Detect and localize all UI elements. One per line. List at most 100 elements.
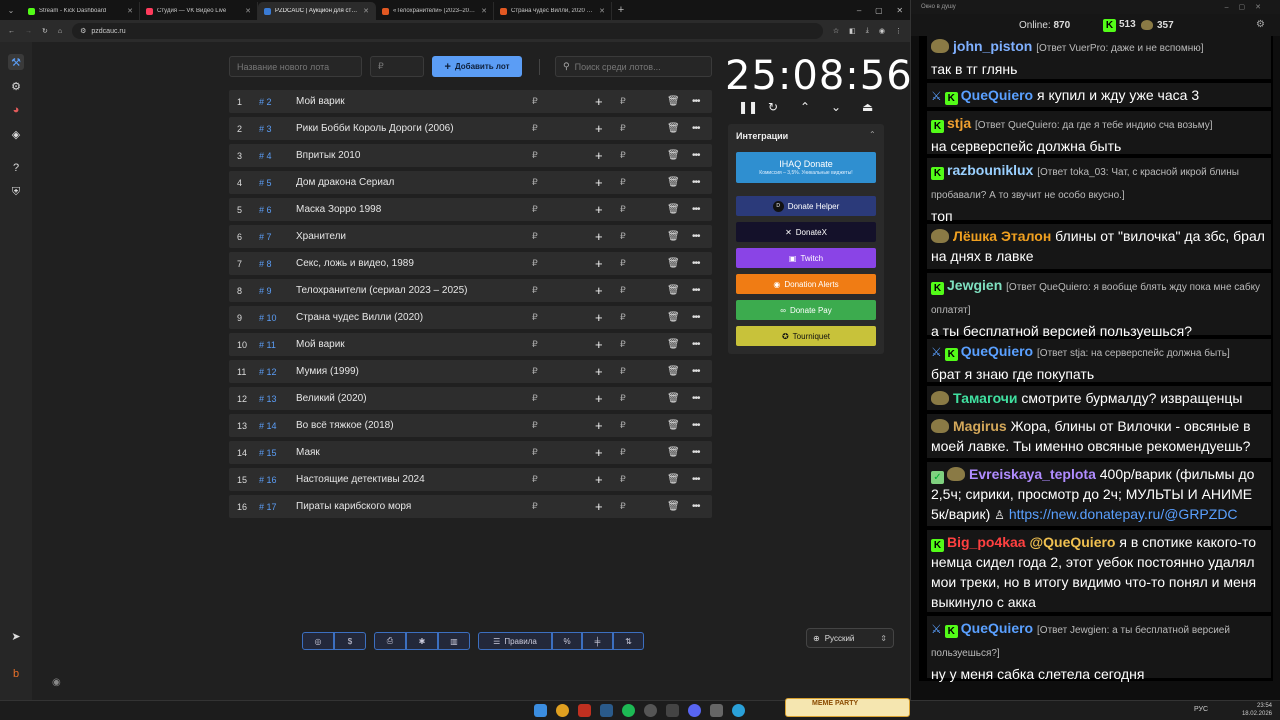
lot-name[interactable]: Рики Бобби Король Дороги (2006): [296, 123, 454, 134]
eject-icon[interactable]: ⏏: [862, 100, 873, 114]
close-icon[interactable]: ✕: [245, 7, 251, 15]
tab-menu-icon[interactable]: ⌄: [0, 6, 22, 15]
app-icon[interactable]: [666, 704, 679, 717]
bid-amount-input[interactable]: ₽: [620, 204, 626, 215]
lot-id[interactable]: # 7: [259, 232, 272, 242]
layers-icon[interactable]: ◈: [8, 126, 24, 142]
percent-button[interactable]: %: [552, 632, 582, 650]
donate-helper-button[interactable]: D Donate Helper: [736, 196, 876, 216]
more-icon[interactable]: •••: [692, 474, 700, 485]
lot-id[interactable]: # 3: [259, 124, 272, 134]
lot-name[interactable]: Телохранители (сериал 2023 – 2025): [296, 285, 467, 296]
lot-amount[interactable]: ₽: [532, 285, 538, 296]
back-icon[interactable]: ←: [8, 28, 15, 35]
more-icon[interactable]: •••: [692, 447, 700, 458]
add-bid-icon[interactable]: +: [595, 337, 603, 352]
chevron-up-icon[interactable]: ⌃: [800, 100, 810, 114]
reset-icon[interactable]: ↻: [768, 100, 778, 114]
add-bid-icon[interactable]: +: [595, 229, 603, 244]
lot-amount[interactable]: ₽: [532, 474, 538, 485]
lot-id[interactable]: # 2: [259, 97, 272, 107]
lot-name[interactable]: Секс, ложь и видео, 1989: [296, 258, 414, 269]
bookmark-star-icon[interactable]: ☆: [833, 27, 839, 35]
bid-amount-input[interactable]: ₽: [620, 123, 626, 134]
more-icon[interactable]: •••: [692, 204, 700, 215]
more-icon[interactable]: •••: [692, 96, 700, 107]
lot-id[interactable]: # 16: [259, 475, 277, 485]
bid-amount-input[interactable]: ₽: [620, 447, 626, 458]
browser-tab[interactable]: Stream - Kick Dashboard ✕: [22, 2, 140, 20]
split-icon[interactable]: ╪: [582, 632, 613, 650]
lot-id[interactable]: # 10: [259, 313, 277, 323]
more-icon[interactable]: •••: [692, 150, 700, 161]
tourniquet-button[interactable]: ✪ Tourniquet: [736, 326, 876, 346]
trash-icon[interactable]: 🗑: [667, 339, 680, 350]
lot-name[interactable]: Маяк: [296, 447, 320, 458]
collapse-icon[interactable]: ⌃: [869, 130, 876, 139]
bid-amount-input[interactable]: ₽: [620, 420, 626, 431]
reload-icon[interactable]: ↻: [42, 27, 48, 35]
chevron-down-icon[interactable]: ⌄: [831, 100, 841, 114]
add-bid-icon[interactable]: +: [595, 283, 603, 298]
bid-amount-input[interactable]: ₽: [620, 366, 626, 377]
add-bid-icon[interactable]: +: [595, 364, 603, 379]
lot-amount[interactable]: ₽: [532, 420, 538, 431]
lot-name[interactable]: Маска Зорро 1998: [296, 204, 381, 215]
bid-amount-input[interactable]: ₽: [620, 285, 626, 296]
lot-id[interactable]: # 17: [259, 502, 277, 512]
bid-amount-input[interactable]: ₽: [620, 312, 626, 323]
lot-name[interactable]: Пираты карибского моря: [296, 501, 411, 512]
lot-name[interactable]: Великий (2020): [296, 393, 367, 404]
lot-id[interactable]: # 12: [259, 367, 277, 377]
lot-name[interactable]: Мой варик: [296, 339, 345, 350]
lot-amount[interactable]: ₽: [532, 123, 538, 134]
more-icon[interactable]: •••: [692, 258, 700, 269]
add-bid-icon[interactable]: +: [595, 391, 603, 406]
more-icon[interactable]: •••: [692, 420, 700, 431]
browser-tab[interactable]: Студия — VK Видео Live ✕: [140, 2, 258, 20]
more-icon[interactable]: •••: [692, 285, 700, 296]
lot-amount[interactable]: ₽: [532, 366, 538, 377]
lot-name[interactable]: Мой варик: [296, 96, 345, 107]
trash-icon[interactable]: 🗑: [667, 366, 680, 377]
menu-icon[interactable]: ⋮: [895, 27, 902, 35]
lot-id[interactable]: # 9: [259, 286, 272, 296]
minimize-icon[interactable]: –: [857, 6, 861, 15]
settings-icon[interactable]: ⚙: [8, 78, 24, 94]
browser-tab[interactable]: Страна чудес Вилли, 2020 — о... ✕: [494, 2, 612, 20]
lot-amount[interactable]: ₽: [532, 258, 538, 269]
pause-icon[interactable]: ❚❚: [738, 100, 758, 114]
extension-icon[interactable]: ◧: [849, 27, 856, 35]
ihaq-donate-button[interactable]: IHAQ Donate Комиссия – 3,5%. Уникальные …: [736, 152, 876, 183]
lot-id[interactable]: # 4: [259, 151, 272, 161]
lot-id[interactable]: # 8: [259, 259, 272, 269]
auction-hammer-icon[interactable]: ⚒: [8, 54, 24, 70]
lot-id[interactable]: # 15: [259, 448, 277, 458]
lot-amount[interactable]: ₽: [532, 204, 538, 215]
lot-name[interactable]: Хранители: [296, 231, 346, 242]
lot-amount[interactable]: ₽: [532, 177, 538, 188]
lot-amount[interactable]: ₽: [532, 393, 538, 404]
wheel-icon[interactable]: ◕: [8, 102, 24, 118]
downloads-icon[interactable]: ⤓: [866, 27, 869, 35]
help-icon[interactable]: ?: [8, 160, 24, 176]
telegram-icon[interactable]: [732, 704, 745, 717]
bid-amount-input[interactable]: ₽: [620, 150, 626, 161]
lot-name[interactable]: Настоящие детективы 2024: [296, 474, 425, 485]
add-bid-icon[interactable]: +: [595, 445, 603, 460]
settings-icon[interactable]: ⚙: [1256, 19, 1265, 30]
sort-icon[interactable]: ⇅: [613, 632, 644, 650]
lot-id[interactable]: # 5: [259, 178, 272, 188]
bid-amount-input[interactable]: ₽: [620, 231, 626, 242]
trash-icon[interactable]: 🗑: [667, 501, 680, 512]
add-bid-icon[interactable]: +: [595, 148, 603, 163]
chrome-icon[interactable]: [556, 704, 569, 717]
more-icon[interactable]: •••: [692, 366, 700, 377]
url-field[interactable]: ⚙ pzdcauc.ru: [72, 23, 823, 39]
add-bid-icon[interactable]: +: [595, 94, 603, 109]
close-icon[interactable]: ✕: [127, 7, 133, 15]
trash-icon[interactable]: 🗑: [667, 258, 680, 269]
visibility-eye-icon[interactable]: ◉: [52, 677, 61, 688]
trash-icon[interactable]: 🗑: [667, 204, 680, 215]
donatex-button[interactable]: ✕ DonateX: [736, 222, 876, 242]
